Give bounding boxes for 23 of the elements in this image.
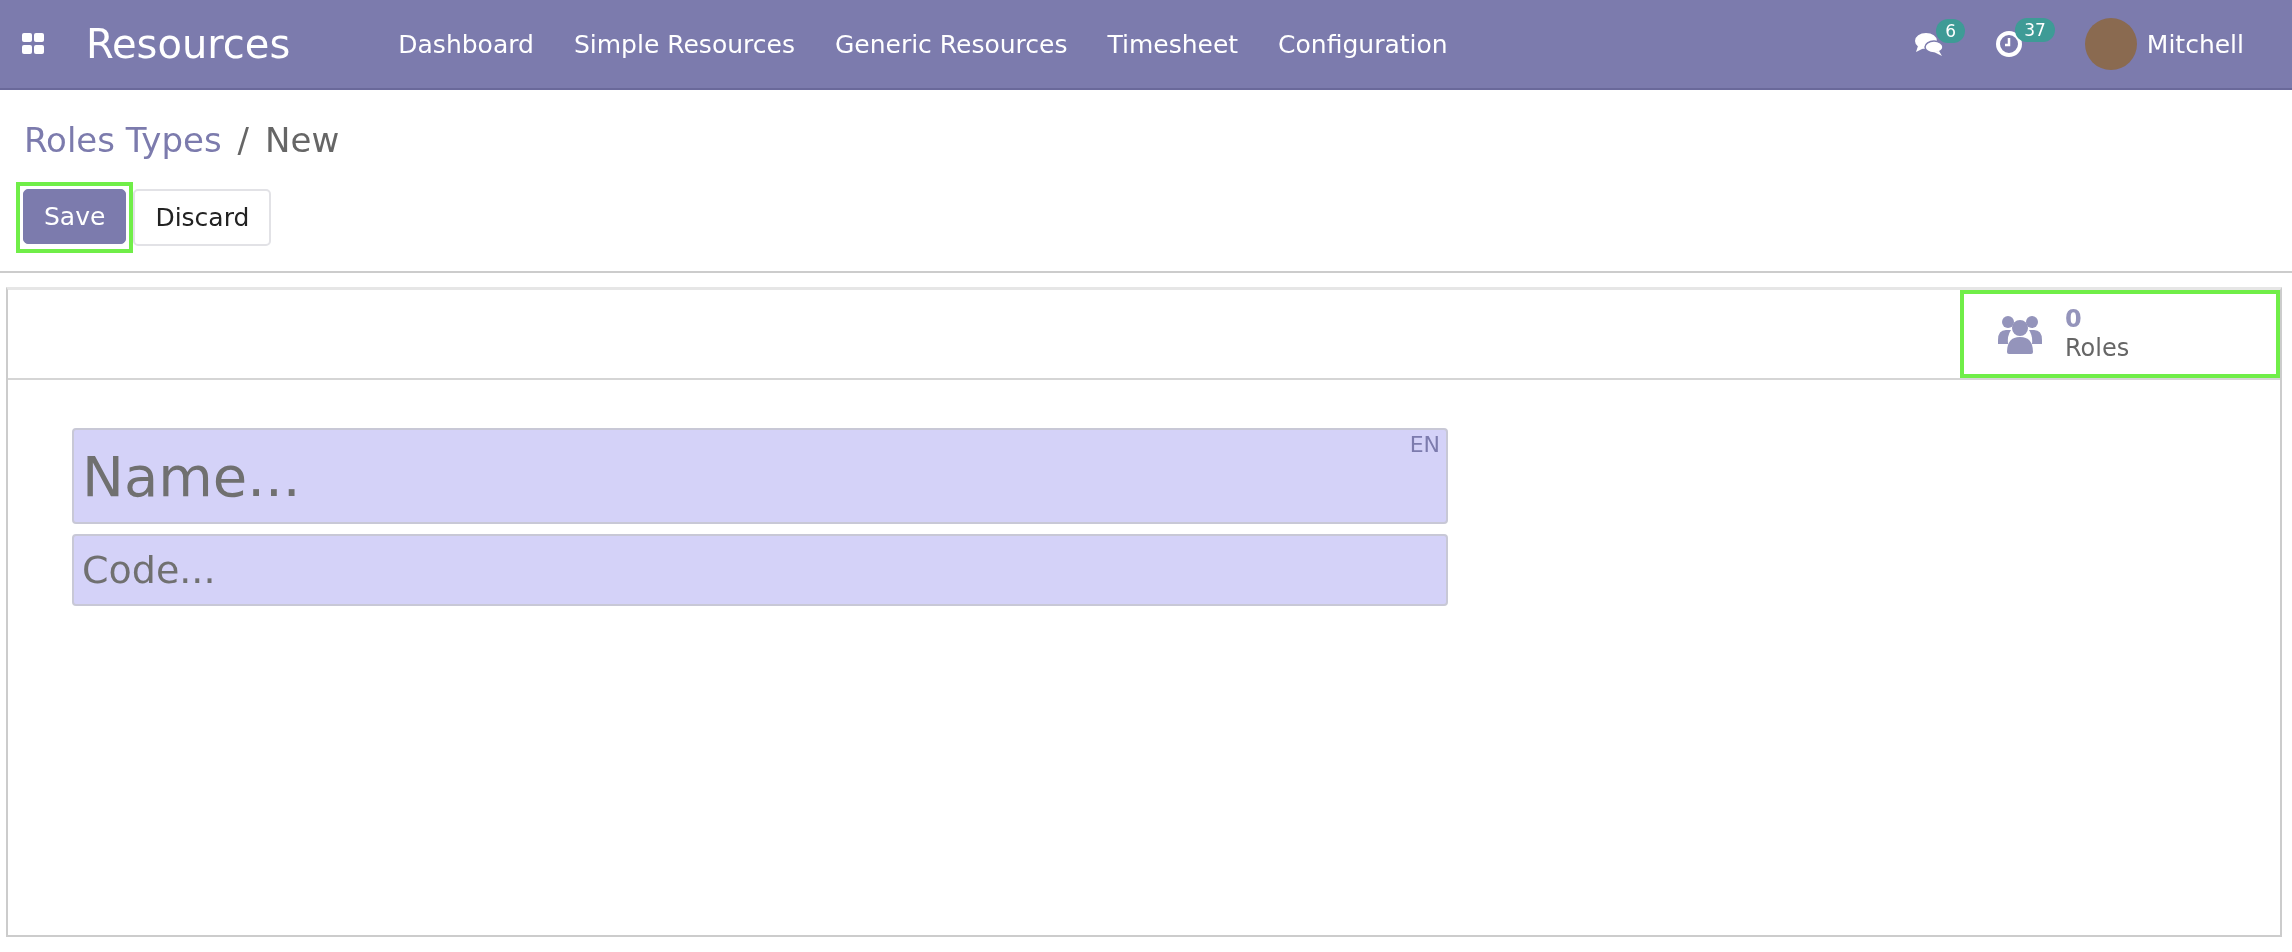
roles-count: 0 — [2065, 305, 2082, 334]
users-icon — [1997, 314, 2043, 354]
clock-icon[interactable] — [1995, 30, 2024, 58]
message-count-badge: 6 — [1936, 19, 1966, 43]
menu-item[interactable]: Configuration — [1278, 29, 1448, 59]
menu-item[interactable]: Generic Resources — [834, 29, 1068, 59]
discard-button[interactable]: Discard — [133, 189, 272, 246]
save-button[interactable]: Save — [23, 189, 127, 244]
breadcrumb-separator: / — [237, 120, 250, 160]
app-name: Resources — [86, 21, 291, 67]
breadcrumb-link[interactable]: Roles Types — [24, 120, 222, 160]
roles-label: Roles — [2065, 334, 2130, 363]
breadcrumb-current: New — [265, 120, 340, 160]
user-name[interactable]: Mitchell — [2146, 29, 2244, 59]
language-label[interactable]: EN — [1409, 432, 1440, 457]
apps-menu-icon[interactable] — [22, 33, 44, 55]
activity-count-badge: 37 — [2015, 18, 2055, 42]
chat-icon[interactable] — [1914, 31, 1945, 57]
roles-stat-button[interactable]: 0 Roles — [1960, 290, 2280, 378]
menu-item[interactable]: Dashboard — [398, 29, 534, 59]
code-field[interactable]: Code... — [72, 534, 1448, 606]
menu-item[interactable]: Simple Resources — [573, 29, 795, 59]
menu-item[interactable]: Timesheet — [1107, 29, 1239, 59]
